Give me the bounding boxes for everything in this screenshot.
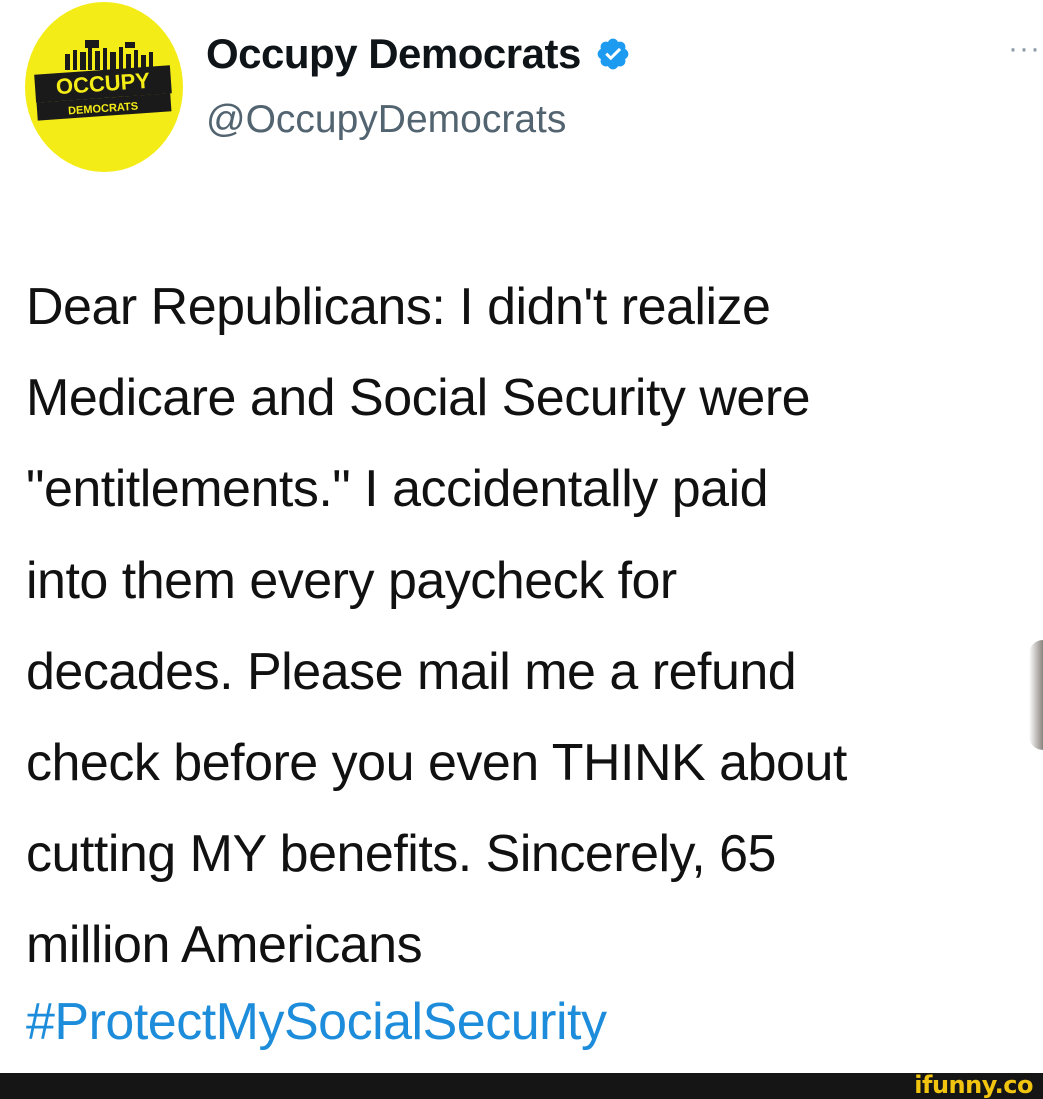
tweet-line: into them every paycheck for xyxy=(26,551,677,610)
tweet-line: decades. Please mail me a refund xyxy=(26,642,797,701)
tweet-line: "entitlements." I accidentally paid xyxy=(26,460,769,519)
more-options-icon[interactable]: ··· xyxy=(1008,34,1041,64)
watermark-bar xyxy=(0,1073,1043,1099)
tweet-line: check before you even THINK about xyxy=(26,734,847,793)
tweet-line: cutting MY benefits. Sincerely, 65 xyxy=(26,825,776,884)
tweet-line: Medicare and Social Security were xyxy=(26,369,811,428)
author-name-row[interactable]: Occupy Democrats xyxy=(206,30,631,78)
tweet-line: Dear Republicans: I didn't realize xyxy=(26,278,771,336)
tweet-text: Dear Republicans: I didn't realize Medic… xyxy=(26,262,1036,992)
watermark: ifunny.co xyxy=(914,1071,1033,1099)
hashtag-link[interactable]: #ProtectMySocialSecurity xyxy=(26,992,607,1052)
avatar-logo: OCCUPY DEMOCRATS xyxy=(34,40,172,121)
edge-shadow xyxy=(1029,640,1043,750)
author-handle[interactable]: @OccupyDemocrats xyxy=(206,98,566,142)
author-name[interactable]: Occupy Democrats xyxy=(206,30,581,78)
avatar[interactable]: OCCUPY DEMOCRATS xyxy=(25,2,183,172)
tweet-line: million Americans xyxy=(26,916,423,975)
tweet-card: OCCUPY DEMOCRATS Occupy Democrats @Occup… xyxy=(0,0,1043,1073)
verified-badge-icon xyxy=(597,38,629,70)
